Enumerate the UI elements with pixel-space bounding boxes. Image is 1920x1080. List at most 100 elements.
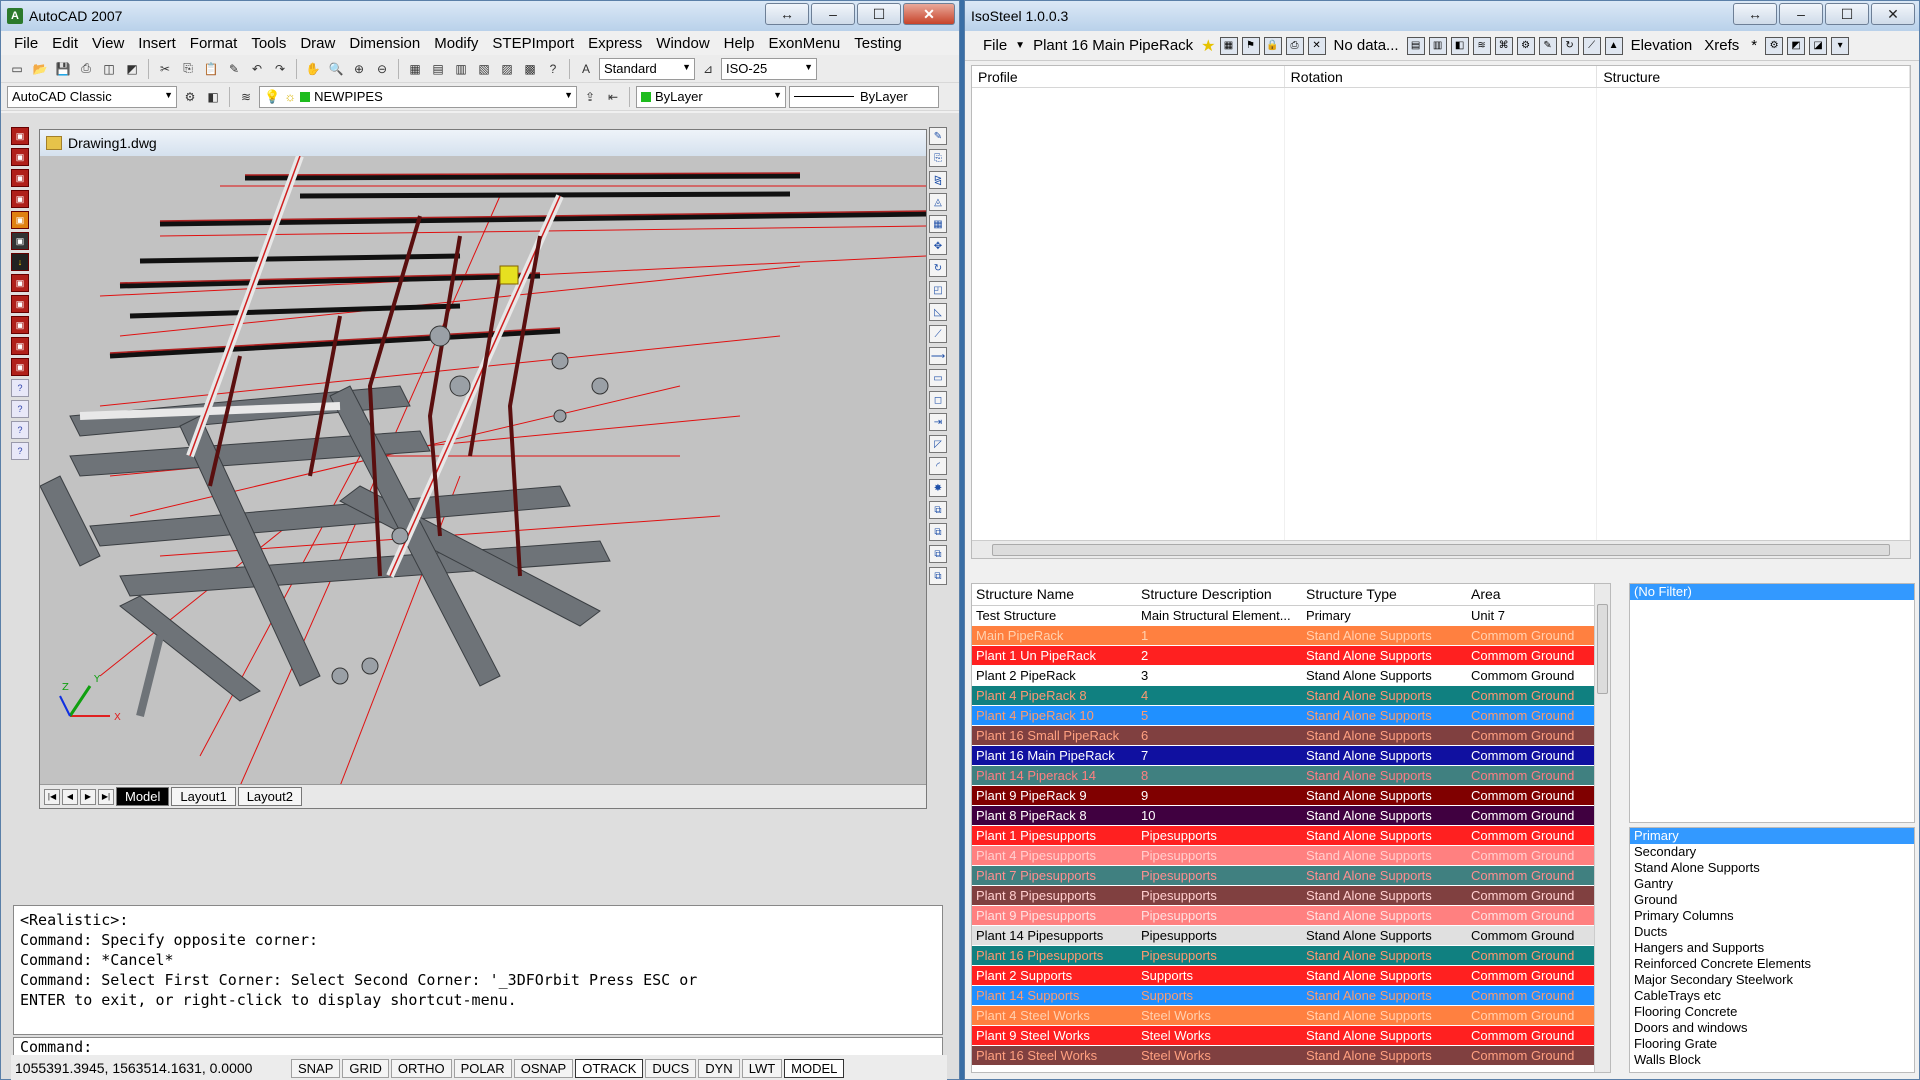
iso-maximize-button[interactable]: ☐	[1825, 3, 1869, 25]
draworder-icon[interactable]: ⧉	[929, 501, 947, 519]
markup-icon[interactable]: ▨	[497, 59, 517, 79]
help-icon[interactable]: ?	[11, 442, 29, 460]
column-header-structure-type[interactable]: Structure Type	[1302, 584, 1467, 605]
list-item[interactable]: Walls Block	[1630, 1052, 1914, 1068]
restore-button[interactable]: ↔	[765, 3, 809, 25]
cross-icon[interactable]: ✕	[1307, 36, 1326, 55]
list-item[interactable]: Doors and windows	[1630, 1020, 1914, 1036]
menu-help[interactable]: Help	[717, 35, 762, 52]
isosteel-titlebar[interactable]: IsoSteel 1.0.0.3 ↔ – ☐ ✕	[965, 1, 1919, 31]
menu-draw[interactable]: Draw	[293, 35, 342, 52]
tool-icon[interactable]: ▣	[11, 295, 29, 313]
tool-icon[interactable]: ▣	[11, 211, 29, 229]
table-row[interactable]: Plant 16 Main PipeRack 7 Stand Alone Suppo…	[972, 746, 1610, 766]
filter-option[interactable]: (No Filter)	[1630, 584, 1914, 600]
sheet-set-icon[interactable]: ▧	[474, 59, 494, 79]
favorite-star-icon[interactable]: ★	[1201, 36, 1215, 56]
copy-icon[interactable]: ⎘	[178, 59, 198, 79]
menu-window[interactable]: Window	[649, 35, 716, 52]
table-row[interactable]: Plant 16 Small PipeRack 6 Stand Alone Supp…	[972, 726, 1610, 746]
table-row[interactable]: Plant 4 Pipesupports Pipesupports Stand Al…	[972, 846, 1610, 866]
horizontal-scrollbar[interactable]	[972, 540, 1910, 558]
list-item[interactable]: Flooring Concrete	[1630, 1004, 1914, 1020]
structure-grid[interactable]: Structure Name Structure Description Str…	[971, 583, 1611, 1073]
tab-model[interactable]: Model	[116, 787, 170, 806]
lock-icon[interactable]: 🔒	[1263, 36, 1282, 55]
table-row[interactable]: Plant 9 Steel Works Steel Works Stand Alon…	[972, 1026, 1610, 1046]
menu-stepimport[interactable]: STEPImport	[485, 35, 581, 52]
tool-icon[interactable]: ▣	[11, 232, 29, 250]
model-viewport[interactable]: Y Z X	[40, 156, 926, 786]
table-row[interactable]: Plant 16 Pipesupports Pipesupports Stand A…	[972, 946, 1610, 966]
design-center-icon[interactable]: ▤	[428, 59, 448, 79]
list-item[interactable]: Stand Alone Supports	[1630, 860, 1914, 876]
menu-format[interactable]: Format	[183, 35, 245, 52]
column-header-structure-name[interactable]: Structure Name	[972, 584, 1137, 605]
status-ducs-button[interactable]: DUCS	[645, 1058, 697, 1078]
table-row[interactable]: Plant 2 Supports Supports Stand Alone Supp…	[972, 966, 1610, 986]
linetype-select[interactable]: ByLayer	[789, 85, 939, 108]
break-at-point-icon[interactable]: ◻	[929, 391, 947, 409]
preview-icon[interactable]: ◫	[99, 59, 119, 79]
pen-icon[interactable]: ✎	[1538, 36, 1557, 55]
match-prop-icon[interactable]: ✎	[224, 59, 244, 79]
calculator-icon[interactable]: ▩	[520, 59, 540, 79]
tool-palette-icon[interactable]: ▥	[451, 59, 471, 79]
table-row[interactable]: Plant 9 Pipesupports Pipesupports Stand Al…	[972, 906, 1610, 926]
color-icon[interactable]: ◩	[1787, 36, 1806, 55]
sheet-icon[interactable]: ▥	[1428, 36, 1447, 55]
layer-previous-icon[interactable]: ⇤	[603, 87, 623, 107]
break-icon[interactable]: ▭	[929, 369, 947, 387]
status-snap-button[interactable]: SNAP	[291, 1058, 341, 1078]
explode-icon[interactable]: ✸	[929, 479, 947, 497]
move-icon[interactable]: ✥	[929, 237, 947, 255]
menu-view[interactable]: View	[85, 35, 131, 52]
menu-tools[interactable]: Tools	[244, 35, 293, 52]
list-item[interactable]: Gantry	[1630, 876, 1914, 892]
extend-icon[interactable]: ⟶	[929, 347, 947, 365]
trim-icon[interactable]: ⟋	[929, 325, 947, 343]
help-icon[interactable]: ?	[11, 421, 29, 439]
table-row[interactable]: Test Structure Main Structural Element...…	[972, 606, 1610, 626]
open-folder-icon[interactable]: 📂	[30, 59, 50, 79]
iso-close-button[interactable]: ✕	[1871, 3, 1915, 25]
fillet-icon[interactable]: ◜	[929, 457, 947, 475]
autocad-titlebar[interactable]: A AutoCAD 2007 ↔ – ☐ ✕	[1, 1, 959, 31]
iso-minimize-button[interactable]: –	[1779, 3, 1823, 25]
undo-icon[interactable]: ↶	[247, 59, 267, 79]
new-file-icon[interactable]: ▭	[7, 59, 27, 79]
print-icon[interactable]: ⎙	[1285, 36, 1304, 55]
asterisk-button[interactable]: *	[1747, 37, 1761, 54]
column-header-profile[interactable]: Profile	[972, 66, 1285, 87]
first-tab-icon[interactable]: |◀	[44, 788, 60, 805]
status-ortho-button[interactable]: ORTHO	[390, 1058, 452, 1078]
table-row[interactable]: Plant 9 PipeRack 9 9 Stand Alone Supports C…	[972, 786, 1610, 806]
tool-icon[interactable]: ▣	[11, 127, 29, 145]
tool-icon[interactable]: ▣	[11, 274, 29, 292]
menu-express[interactable]: Express	[581, 35, 649, 52]
list-item[interactable]: Secondary	[1630, 844, 1914, 860]
help-icon[interactable]: ?	[543, 59, 563, 79]
mirror-icon[interactable]: ⧎	[929, 171, 947, 189]
structure-type-list[interactable]: Primary Secondary Stand Alone Supports Gant…	[1629, 827, 1915, 1073]
column-header-rotation[interactable]: Rotation	[1285, 66, 1598, 87]
table-row[interactable]: Plant 14 Piperack 14 8 Stand Alone Support…	[972, 766, 1610, 786]
scale-icon[interactable]: ◰	[929, 281, 947, 299]
table-row[interactable]: Plant 1 Un PipeRack 2 Stand Alone Supports…	[972, 646, 1610, 666]
table-icon[interactable]: ▤	[1406, 36, 1425, 55]
status-otrack-button[interactable]: OTRACK	[575, 1058, 644, 1078]
text-style-select[interactable]: Standard ▼	[599, 57, 695, 80]
vertical-scrollbar[interactable]	[1594, 584, 1610, 1072]
draworder-icon[interactable]: ⧉	[929, 567, 947, 585]
copy-object-icon[interactable]: ⎘	[929, 149, 947, 167]
menu-testing[interactable]: Testing	[847, 35, 909, 52]
dim-style-select[interactable]: ISO-25 ▼	[721, 57, 817, 80]
refresh-icon[interactable]: ↻	[1560, 36, 1579, 55]
print-icon[interactable]: ⎙	[76, 59, 96, 79]
rotate-icon[interactable]: ↻	[929, 259, 947, 277]
stack-icon[interactable]: ≋	[1472, 36, 1491, 55]
chamfer-icon[interactable]: ◸	[929, 435, 947, 453]
flag-icon[interactable]: ⚑	[1241, 36, 1260, 55]
table-row[interactable]: Plant 8 PipeRack 8 10 Stand Alone Supports…	[972, 806, 1610, 826]
list-item[interactable]: Ducts	[1630, 924, 1914, 940]
